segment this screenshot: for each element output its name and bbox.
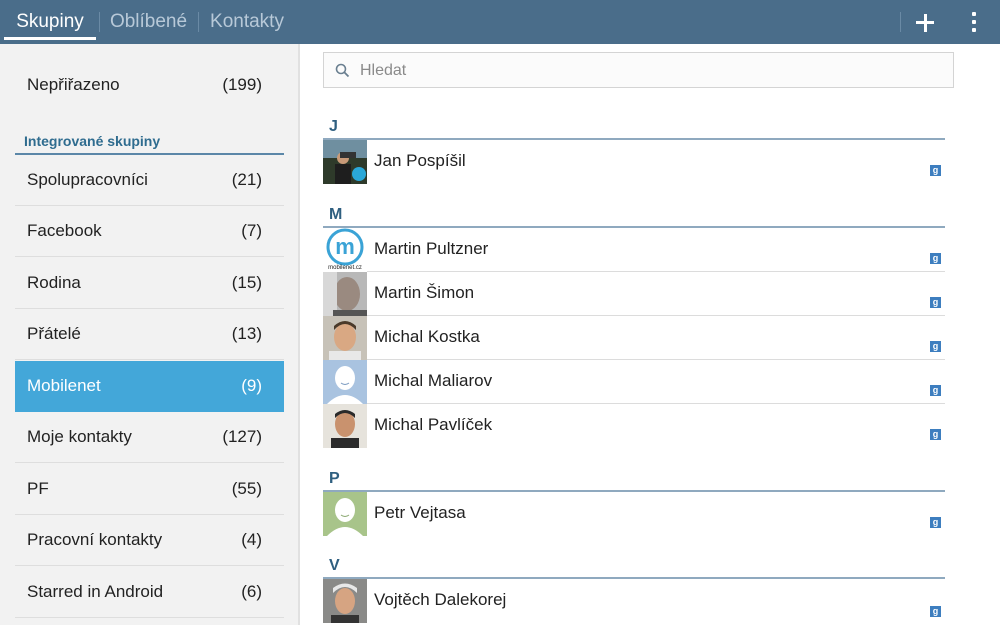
google-account-icon: g (930, 517, 941, 528)
group-name: Mobilenet (27, 376, 101, 395)
contact-name: Vojtěch Dalekorej (374, 590, 507, 609)
contact-name: Petr Vejtasa (374, 503, 466, 522)
top-app-bar: Skupiny Oblíbené Kontakty (0, 0, 1000, 44)
contact-row[interactable]: Michal Maliarov g (323, 360, 945, 404)
group-count: (9) (241, 376, 262, 395)
group-count: (55) (231, 479, 262, 498)
contact-name: Michal Kostka (374, 327, 480, 346)
google-account-icon: g (930, 253, 941, 264)
avatar (323, 140, 367, 184)
search-input[interactable] (360, 59, 940, 83)
avatar (323, 579, 367, 623)
group-count: (15) (231, 273, 262, 292)
google-account-icon: g (930, 429, 941, 440)
contact-name: Michal Maliarov (374, 371, 493, 390)
action-divider (900, 12, 901, 32)
group-item-pracovni-kontakty[interactable]: Pracovní kontakty (4) (15, 515, 284, 566)
contact-row[interactable]: m mobilenet.cz Martin Pultzner g (323, 228, 945, 272)
group-name: Pracovní kontakty (27, 530, 163, 549)
contact-row[interactable]: Michal Pavlíček g (323, 404, 945, 448)
integrated-groups-header: Integrované skupiny (24, 133, 161, 149)
group-count: (13) (231, 324, 262, 343)
active-tab-indicator (4, 37, 96, 40)
group-count: (6) (241, 582, 262, 601)
group-count: (21) (231, 170, 262, 189)
avatar (323, 404, 367, 448)
tab-divider (99, 12, 100, 32)
group-name: Moje kontakty (27, 427, 132, 446)
group-name: PF (27, 479, 49, 498)
group-name: Rodina (27, 273, 81, 292)
avatar (323, 316, 367, 360)
group-item-pf[interactable]: PF (55) (15, 464, 284, 515)
contact-name: Martin Šimon (374, 283, 475, 302)
contact-name: Martin Pultzner (374, 239, 489, 258)
contact-name: Michal Pavlíček (374, 415, 493, 434)
contact-row[interactable]: Petr Vejtasa g (323, 492, 945, 536)
group-item-spolupracovnici[interactable]: Spolupracovníci (21) (15, 155, 284, 206)
group-item-pratele[interactable]: Přátelé (13) (15, 309, 284, 360)
group-name: Nepřiřazeno (27, 75, 120, 94)
group-name: Facebook (27, 221, 102, 240)
add-icon[interactable] (905, 8, 945, 36)
contact-row[interactable]: Vojtěch Dalekorej g (323, 579, 945, 623)
mobilenet-logo-letter: m (335, 234, 355, 259)
group-count: (127) (222, 427, 262, 446)
section-letter: V (329, 557, 340, 574)
group-count: (7) (241, 221, 262, 240)
overflow-menu-icon[interactable] (962, 10, 986, 34)
group-name: Spolupracovníci (27, 170, 148, 189)
google-account-icon: g (930, 606, 941, 617)
mobilenet-logo-text: mobilenet.cz (328, 265, 362, 271)
avatar: m mobilenet.cz (323, 228, 367, 272)
section-letter: P (329, 470, 340, 487)
panel-divider (298, 44, 300, 625)
search-bar (323, 52, 954, 88)
group-item-rodina[interactable]: Rodina (15) (15, 258, 284, 309)
tab-divider (198, 12, 199, 32)
group-name: Starred in Android (27, 582, 164, 601)
section-letter: J (329, 118, 338, 135)
contact-row[interactable]: Michal Kostka g (323, 316, 945, 360)
section-letter: M (329, 206, 343, 223)
group-item-neprirazeno[interactable]: Nepřiřazeno (199) (15, 60, 284, 111)
avatar (323, 492, 367, 536)
search-icon (335, 63, 350, 78)
group-count: (4) (241, 530, 262, 549)
avatar (323, 272, 367, 316)
google-account-icon: g (930, 385, 941, 396)
group-count: (199) (222, 75, 262, 94)
avatar (323, 360, 367, 404)
group-item-mobilenet[interactable]: Mobilenet (9) (15, 361, 284, 412)
group-item-facebook[interactable]: Facebook (7) (15, 206, 284, 257)
contact-name: Jan Pospíšil (374, 151, 466, 170)
tab-kontakty[interactable]: Kontakty (200, 0, 294, 44)
contact-row[interactable]: Jan Pospíšil g (323, 140, 945, 184)
group-item-starred-in-android[interactable]: Starred in Android (6) (15, 567, 284, 618)
contact-row[interactable]: Martin Šimon g (323, 272, 945, 316)
group-item-moje-kontakty[interactable]: Moje kontakty (127) (15, 412, 284, 463)
tab-oblibene[interactable]: Oblíbené (101, 0, 196, 44)
google-account-icon: g (930, 341, 941, 352)
group-name: Přátelé (27, 324, 81, 343)
google-account-icon: g (930, 165, 941, 176)
google-account-icon: g (930, 297, 941, 308)
